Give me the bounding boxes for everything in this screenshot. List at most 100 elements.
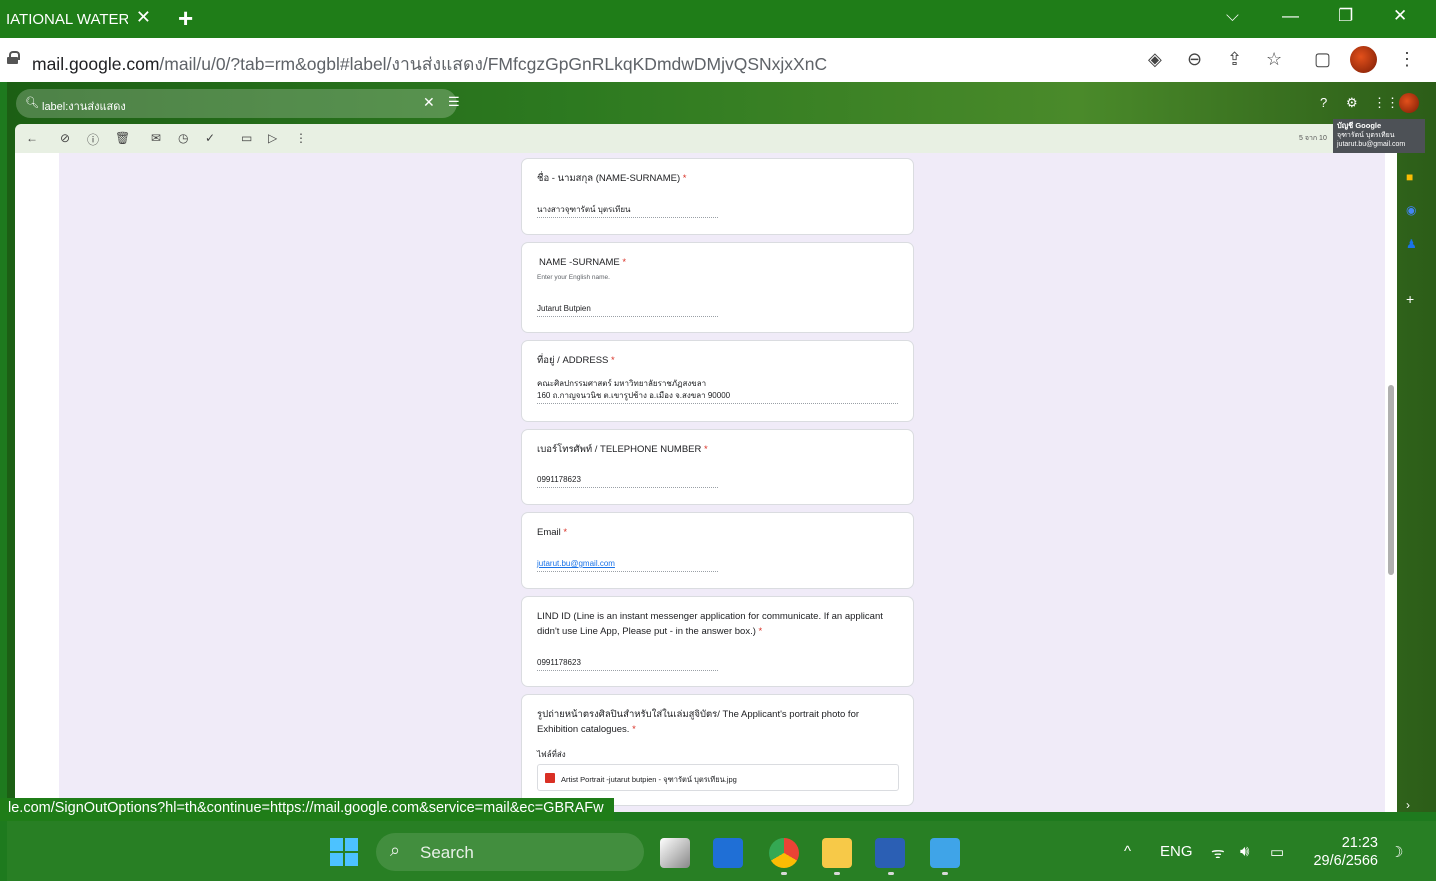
answer-line-1: คณะศิลปกรรมศาสตร์ มหาวิทยาลัยราชภัฏสงขลา: [537, 379, 707, 388]
question-title-line-2: didn't use Line App, Please put - in the…: [537, 626, 763, 637]
label-icon[interactable]: ▷: [268, 131, 277, 145]
question-card-name-th: ชื่อ - นามสกุล (NAME-SURNAME) * นางสาวจุ…: [521, 158, 914, 235]
system-clock[interactable]: 21:23 29/6/2566: [1300, 834, 1378, 870]
question-card-address: ที่อยู่ / ADDRESS * คณะศิลปกรรมศาสตร์ มห…: [521, 340, 914, 422]
language-indicator[interactable]: ENG: [1160, 843, 1193, 860]
store-icon[interactable]: [713, 838, 743, 868]
volume-icon[interactable]: 🔊︎: [1240, 843, 1249, 860]
question-title: เบอร์โทรศัพท์ / TELEPHONE NUMBER *: [537, 444, 708, 455]
question-card-name-en: NAME -SURNAME * Enter your English name.…: [521, 242, 914, 333]
answer-text: 0991178623: [537, 474, 718, 488]
message-toolbar: ← ⊘ ⓘ 🗑︎ ✉ ◷ ✓ ▭ ▷ ⋮ 5 จาก 10: [15, 124, 1333, 153]
profile-avatar[interactable]: [1350, 46, 1377, 73]
answer-text: Jutarut Butpien: [537, 303, 718, 317]
question-title-line-2: Exhibition catalogues. *: [537, 724, 636, 735]
email-link[interactable]: jutarut.bu@gmail.com: [537, 558, 718, 572]
windows-start-icon[interactable]: [330, 838, 358, 866]
page-counter: 5 จาก 10: [1299, 135, 1327, 142]
expand-panel-icon[interactable]: ›: [1406, 798, 1410, 812]
gmail-search-bar[interactable]: 🔍︎ label:งานส่งแสดง ✕ ☰: [16, 89, 460, 118]
delete-icon[interactable]: 🗑︎: [115, 131, 130, 145]
account-tooltip: บัญชี Google จุฑารัตน์ บุตรเทียน jutarut…: [1333, 119, 1425, 153]
clock-time: 21:23: [1341, 835, 1378, 851]
chrome-icon[interactable]: [769, 838, 799, 868]
question-title: NAME -SURNAME *: [539, 257, 627, 268]
question-card-line-id: LIND ID (Line is an instant messenger ap…: [521, 596, 914, 687]
taskbar-search[interactable]: ⌕ Search: [376, 833, 644, 871]
photos-active-indicator: [942, 872, 948, 875]
apps-grid-icon[interactable]: ⋮⋮: [1373, 95, 1399, 111]
notification-moon-icon[interactable]: ☽: [1390, 843, 1403, 861]
image-file-icon: [545, 773, 555, 783]
question-title: ที่อยู่ / ADDRESS *: [537, 355, 615, 366]
help-icon[interactable]: ?: [1320, 95, 1327, 110]
archive-icon[interactable]: ⊘: [60, 131, 70, 145]
add-task-icon[interactable]: ✓: [205, 131, 215, 145]
scrollbar[interactable]: [1388, 385, 1394, 575]
search-icon: ⌕: [390, 840, 401, 860]
share-icon[interactable]: ⇪: [1227, 49, 1242, 70]
question-title-line-1: รูปถ่ายหน้าตรงศิลปินสำหรับใส่ในเล่มสูจิบ…: [537, 709, 860, 720]
clear-search-icon[interactable]: ✕: [423, 94, 435, 111]
restore-button[interactable]: ❐: [1338, 6, 1353, 26]
question-title-line-1: LIND ID (Line is an instant messenger ap…: [537, 611, 883, 622]
mark-unread-icon[interactable]: ✉: [151, 131, 161, 145]
snooze-icon[interactable]: ◷: [178, 131, 188, 145]
more-options-icon[interactable]: ⋮: [295, 131, 307, 145]
question-title: Email *: [537, 527, 568, 538]
word-icon[interactable]: [875, 838, 905, 868]
bookmark-star-icon[interactable]: ☆: [1266, 49, 1282, 70]
zoom-icon[interactable]: ⊖: [1187, 49, 1202, 70]
new-tab-button[interactable]: +: [178, 3, 193, 34]
contacts-icon[interactable]: ♟: [1406, 237, 1417, 251]
link-status-bubble: le.com/SignOutOptions?hl=th&continue=htt…: [0, 798, 614, 821]
word-active-indicator: [888, 872, 894, 875]
tab-title: IATIONAL WATERC: [6, 10, 128, 28]
file-name: Artist Portrait -jutarut butpien - จุฑาร…: [561, 775, 737, 784]
tab-search-icon[interactable]: ⌵: [1226, 6, 1239, 26]
battery-icon[interactable]: ▭: [1270, 843, 1284, 861]
question-card-portrait: รูปถ่ายหน้าตรงศิลปินสำหรับใส่ในเล่มสูจิบ…: [521, 694, 914, 806]
add-addon-icon[interactable]: +: [1406, 291, 1414, 307]
chrome-active-indicator: [781, 872, 787, 875]
photos-icon[interactable]: [930, 838, 960, 868]
answer-text: 0991178623: [537, 657, 718, 671]
question-hint: Enter your English name.: [537, 274, 610, 281]
taskbar-search-label: Search: [420, 843, 474, 862]
browser-tab[interactable]: IATIONAL WATERC ✕: [0, 0, 163, 38]
settings-gear-icon[interactable]: ⚙: [1346, 95, 1358, 111]
url-text[interactable]: mail.google.com/mail/u/0/?tab=rm&ogbl#la…: [32, 50, 827, 78]
task-view-icon[interactable]: [660, 838, 690, 868]
explorer-active-indicator: [834, 872, 840, 875]
attached-file-chip[interactable]: Artist Portrait -jutarut butpien - จุฑาร…: [537, 764, 899, 791]
question-card-phone: เบอร์โทรศัพท์ / TELEPHONE NUMBER * 09911…: [521, 429, 914, 505]
extension-icon[interactable]: ◈: [1148, 49, 1162, 70]
address-bar[interactable]: mail.google.com/mail/u/0/?tab=rm&ogbl#la…: [0, 38, 1436, 82]
search-icon[interactable]: 🔍︎: [25, 96, 39, 109]
report-spam-icon[interactable]: ⓘ: [87, 131, 99, 148]
move-to-icon[interactable]: ▭: [241, 131, 252, 145]
search-input[interactable]: label:งานส่งแสดง: [42, 97, 126, 115]
lock-icon[interactable]: [7, 51, 20, 64]
menu-kebab-icon[interactable]: ⋮: [1398, 49, 1416, 70]
question-title: ชื่อ - นามสกุล (NAME-SURNAME) *: [537, 173, 687, 184]
answer-line-2: 160 ถ.กาญจนวนิช ต.เขารูปช้าง อ.เมือง จ.ส…: [537, 390, 898, 404]
keep-icon[interactable]: ■: [1406, 170, 1413, 184]
wifi-icon[interactable]: ᯤ: [1211, 843, 1225, 863]
file-explorer-icon[interactable]: [822, 838, 852, 868]
clock-date: 29/6/2566: [1313, 853, 1378, 869]
files-label: ไฟล์ที่ส่ง: [537, 750, 566, 759]
close-window-button[interactable]: ✕: [1393, 6, 1407, 26]
side-panel-rail: ■ ◉ ♟ + ›: [1397, 153, 1429, 812]
question-card-email: Email * jutarut.bu@gmail.com: [521, 512, 914, 589]
browser-titlebar: [0, 0, 1436, 38]
close-icon[interactable]: ✕: [136, 7, 151, 28]
account-avatar[interactable]: [1399, 93, 1419, 113]
back-arrow-icon[interactable]: ←: [26, 131, 38, 145]
answer-text: นางสาวจุฑารัตน์ บุตรเทียน: [537, 204, 718, 218]
search-options-icon[interactable]: ☰: [448, 94, 460, 110]
tray-overflow-icon[interactable]: ^: [1124, 843, 1131, 860]
tasks-icon[interactable]: ◉: [1406, 203, 1416, 217]
minimize-button[interactable]: —: [1282, 6, 1299, 26]
side-panel-icon[interactable]: ▢: [1314, 49, 1331, 70]
